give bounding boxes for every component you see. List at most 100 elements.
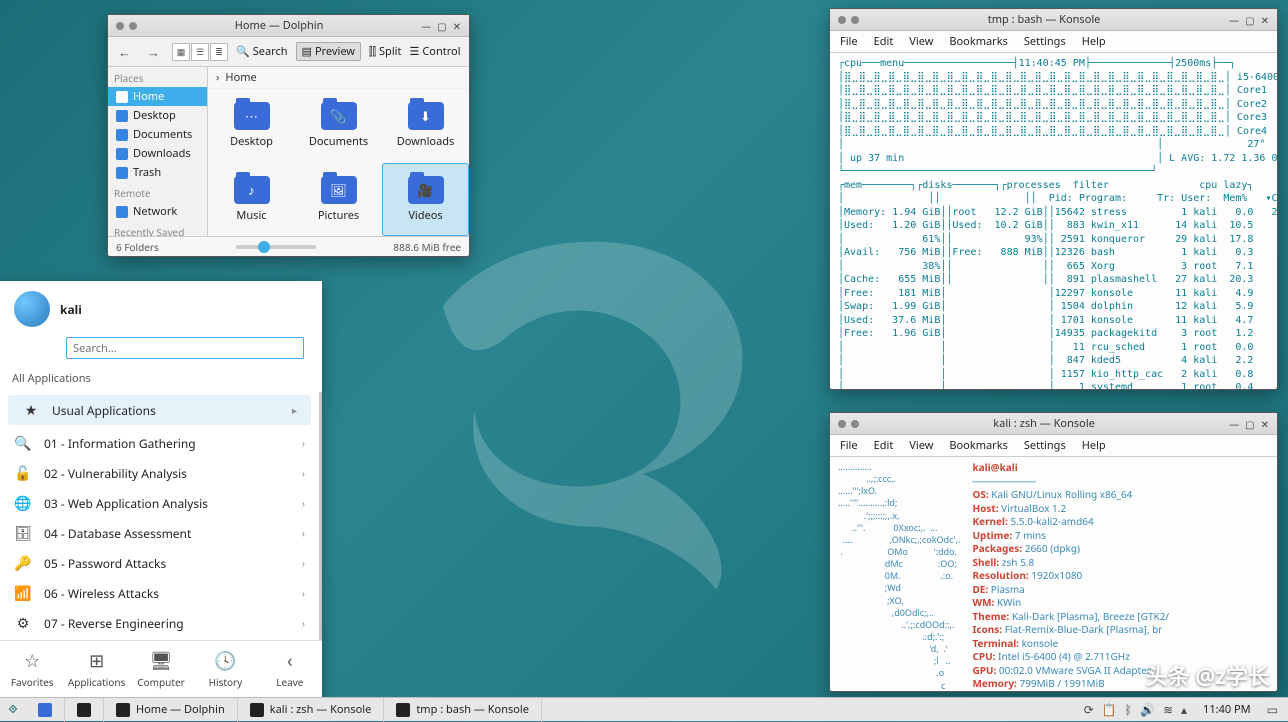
sidebar-desktop[interactable]: Desktop <box>108 106 207 125</box>
terminal-output[interactable]: ┌cpu───menu──────────────────┤11:40:45 P… <box>830 53 1277 389</box>
quick-terminal[interactable] <box>65 698 104 722</box>
minimize-button[interactable]: — <box>1229 417 1239 431</box>
search-input[interactable] <box>66 337 304 359</box>
category-06[interactable]: 📶06 - Wireless Attacks› <box>0 578 319 608</box>
application-launcher: kali All Applications ★Usual Application… <box>0 281 322 697</box>
preview-action[interactable]: ▤ Preview <box>296 42 361 61</box>
action-favorites[interactable]: ☆Favorites <box>0 641 64 697</box>
folder-desktop[interactable]: ⋯Desktop <box>208 89 295 163</box>
window-title: tmp : bash — Konsole <box>867 12 1221 27</box>
breadcrumb[interactable]: › Home <box>208 67 469 89</box>
task-entry[interactable]: tmp : bash — Konsole <box>384 698 542 722</box>
maximize-button[interactable]: ▢ <box>1245 417 1254 431</box>
view-icons[interactable]: ▦ <box>172 43 190 61</box>
bluetooth-icon[interactable]: ᛒ <box>1125 701 1132 718</box>
konsole-neofetch-window: kali : zsh — Konsole —▢✕ FileEditViewBoo… <box>829 412 1278 692</box>
window-pin-dot[interactable] <box>129 22 137 30</box>
maximize-button[interactable]: ▢ <box>437 19 446 33</box>
window-menu-dot[interactable] <box>838 420 846 428</box>
volume-icon[interactable]: 🔊 <box>1140 701 1155 718</box>
close-button[interactable]: ✕ <box>453 19 461 33</box>
show-desktop-icon[interactable]: ▭ <box>1267 701 1278 718</box>
category-08[interactable]: 💥08 - Exploitation Tools› <box>0 638 319 640</box>
window-menu-dot[interactable] <box>116 22 124 30</box>
window-title: Home — Dolphin <box>145 18 413 33</box>
menu-view[interactable]: View <box>909 34 933 49</box>
free-space: 888.6 MiB free <box>393 240 461 254</box>
category-03[interactable]: 🌐03 - Web Application Analysis› <box>0 488 319 518</box>
window-pin-dot[interactable] <box>851 420 859 428</box>
maximize-button[interactable]: ▢ <box>1245 13 1254 27</box>
menubar: File Edit View Bookmarks Settings Help <box>830 31 1277 53</box>
close-button[interactable]: ✕ <box>1261 417 1269 431</box>
category-05[interactable]: 🔑05 - Password Attacks› <box>0 548 319 578</box>
menu-edit[interactable]: Edit <box>874 34 894 49</box>
forward-button[interactable]: → <box>143 43 164 61</box>
category-usual[interactable]: ★Usual Applications▸ <box>8 395 311 425</box>
category-02[interactable]: 🔓02 - Vulnerability Analysis› <box>0 458 319 488</box>
menu-edit[interactable]: Edit <box>874 438 894 453</box>
menu-bookmarks[interactable]: Bookmarks <box>949 438 1007 453</box>
titlebar[interactable]: Home — Dolphin — ▢ ✕ <box>108 15 469 37</box>
category-04[interactable]: 🗄04 - Database Assessment› <box>0 518 319 548</box>
folder-pictures[interactable]: 🖼Pictures <box>295 163 382 237</box>
folder-documents[interactable]: 📎Documents <box>295 89 382 163</box>
task-entry[interactable]: kali : zsh — Konsole <box>238 698 385 722</box>
action-computer[interactable]: 🖥Computer <box>129 641 193 697</box>
minimize-button[interactable]: — <box>1229 13 1239 27</box>
sidebar-network[interactable]: Network <box>108 202 207 221</box>
clipboard-icon[interactable]: 📋 <box>1102 701 1117 718</box>
view-list[interactable]: ☰ <box>191 43 209 61</box>
menu-help[interactable]: Help <box>1082 438 1106 453</box>
menu-view[interactable]: View <box>909 438 933 453</box>
menu-bookmarks[interactable]: Bookmarks <box>949 34 1007 49</box>
places-header: Places <box>108 67 207 87</box>
user-avatar[interactable] <box>14 291 50 327</box>
folder-downloads[interactable]: ⬇Downloads <box>382 89 469 163</box>
places-sidebar: Places HomeDesktopDocumentsDownloadsTras… <box>108 67 208 236</box>
remote-header: Remote <box>108 182 207 202</box>
menubar: File Edit View Bookmarks Settings Help <box>830 435 1277 457</box>
titlebar[interactable]: kali : zsh — Konsole —▢✕ <box>830 413 1277 435</box>
titlebar[interactable]: tmp : bash — Konsole — ▢ ✕ <box>830 9 1277 31</box>
view-tree[interactable]: ≣ <box>210 43 228 61</box>
sidebar-downloads[interactable]: Downloads <box>108 144 207 163</box>
task-entry[interactable]: Home — Dolphin <box>104 698 238 722</box>
folder-count: 6 Folders <box>116 240 159 254</box>
window-menu-dot[interactable] <box>838 16 846 24</box>
menu-file[interactable]: File <box>840 438 858 453</box>
tray-expand-icon[interactable]: ▴ <box>1181 701 1187 718</box>
category-07[interactable]: ⚙07 - Reverse Engineering› <box>0 608 319 638</box>
start-button[interactable]: ⟐ <box>0 698 26 722</box>
zoom-slider[interactable] <box>236 245 316 249</box>
clock[interactable]: 11:40 PM <box>1195 702 1259 717</box>
network-icon[interactable]: ≋ <box>1163 701 1173 718</box>
action-history[interactable]: 🕓History <box>193 641 257 697</box>
control-action[interactable]: ☰ Control <box>409 44 460 59</box>
quick-file-manager[interactable] <box>26 698 65 722</box>
action-applications[interactable]: ⊞Applications <box>64 641 128 697</box>
system-tray: ⟳ 📋 ᛒ 🔊 ≋ ▴ 11:40 PM ▭ <box>1074 701 1288 718</box>
minimize-button[interactable]: — <box>421 19 431 33</box>
close-button[interactable]: ✕ <box>1261 13 1269 27</box>
action-leave[interactable]: ‹Leave <box>258 641 322 697</box>
back-button[interactable]: ← <box>114 43 135 61</box>
menu-settings[interactable]: Settings <box>1024 438 1066 453</box>
search-action[interactable]: 🔍 Search <box>236 44 288 59</box>
menu-help[interactable]: Help <box>1082 34 1106 49</box>
sidebar-home[interactable]: Home <box>108 87 207 106</box>
category-01[interactable]: 🔍01 - Information Gathering› <box>0 428 319 458</box>
terminal-output[interactable]: .............. ..,;:ccc,. ......''';lxO.… <box>830 457 1277 691</box>
all-apps-label: All Applications <box>0 365 322 392</box>
updates-icon[interactable]: ⟳ <box>1084 701 1094 718</box>
window-pin-dot[interactable] <box>851 16 859 24</box>
menu-file[interactable]: File <box>840 34 858 49</box>
sidebar-documents[interactable]: Documents <box>108 125 207 144</box>
username: kali <box>60 301 82 318</box>
split-action[interactable]: ⫿⫿ Split <box>369 44 402 59</box>
folder-videos[interactable]: 🎥Videos <box>382 163 469 237</box>
folder-music[interactable]: ♪Music <box>208 163 295 237</box>
menu-settings[interactable]: Settings <box>1024 34 1066 49</box>
sidebar-trash[interactable]: Trash <box>108 163 207 182</box>
taskbar: ⟐ Home — Dolphinkali : zsh — Konsoletmp … <box>0 697 1288 721</box>
